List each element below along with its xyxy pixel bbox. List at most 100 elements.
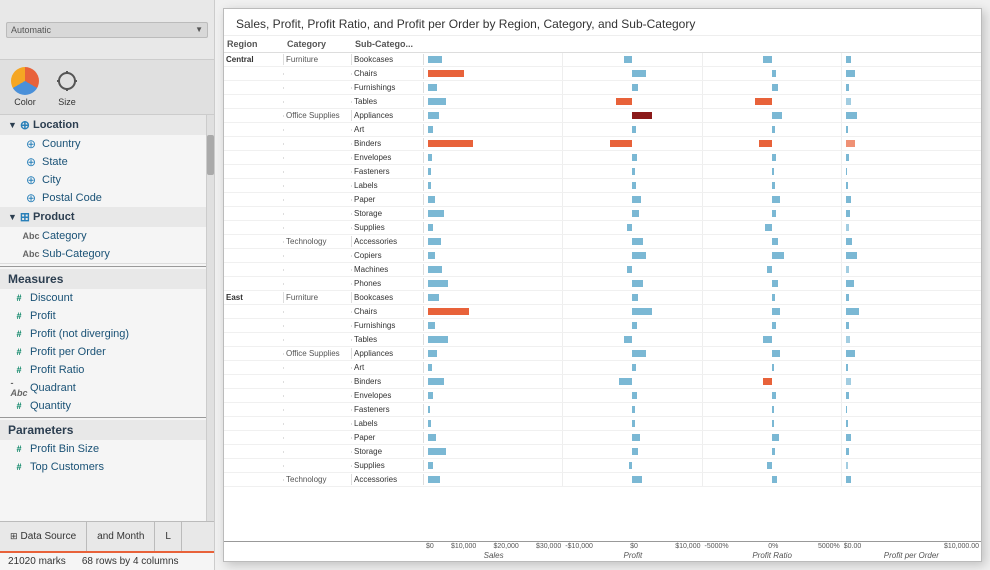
cell-region: [224, 465, 284, 467]
profit-not-div-label: Profit (not diverging): [30, 328, 129, 340]
cell-profit-ratio: [703, 193, 842, 206]
cell-subcategory: Tables: [352, 334, 424, 345]
cell-ppo: [842, 473, 981, 486]
cell-subcategory: Copiers: [352, 250, 424, 261]
cell-region: Central: [224, 54, 284, 65]
cell-profit-ratio: [703, 403, 842, 416]
cell-category: [284, 423, 352, 425]
field-city[interactable]: ⊕ City: [0, 171, 214, 189]
chart-column-headers: Region Category Sub-Catego...: [224, 36, 981, 53]
ppo-axis-title: Profit per Order: [844, 551, 979, 560]
cell-profit: [563, 361, 702, 374]
tab-and-month[interactable]: and Month: [87, 522, 155, 551]
cell-category: [284, 451, 352, 453]
color-button[interactable]: Color: [6, 64, 44, 110]
cell-profit: [563, 263, 702, 276]
product-group-label: Product: [33, 211, 75, 223]
table-row: TechnologyAccessories: [224, 235, 981, 249]
field-postal-code[interactable]: ⊕ Postal Code: [0, 189, 214, 207]
cell-profit-ratio: [703, 277, 842, 290]
field-quadrant[interactable]: -Abc Quadrant: [0, 379, 214, 397]
table-row: Chairs: [224, 305, 981, 319]
cell-subcategory: Bookcases: [352, 292, 424, 303]
cell-subcategory: Furnishings: [352, 320, 424, 331]
table-row: Fasteners: [224, 165, 981, 179]
cell-region: East: [224, 292, 284, 303]
cell-category: [284, 437, 352, 439]
category-label: Category: [42, 230, 87, 242]
cell-ppo: [842, 235, 981, 248]
product-group[interactable]: ▼ ⊞ Product: [0, 207, 214, 227]
field-profit-not-div[interactable]: # Profit (not diverging): [0, 325, 214, 343]
cell-region: [224, 409, 284, 411]
table-row: Tables: [224, 95, 981, 109]
cell-ppo: [842, 249, 981, 262]
field-profit-per-order[interactable]: # Profit per Order: [0, 343, 214, 361]
table-row: Furnishings: [224, 81, 981, 95]
cell-profit-ratio: [703, 431, 842, 444]
cell-profit-ratio: [703, 179, 842, 192]
cell-subcategory: Fasteners: [352, 404, 424, 415]
tab-data-source[interactable]: ⊞ Data Source: [0, 522, 87, 551]
subcategory-abc-icon: Abc: [24, 247, 38, 261]
cell-subcategory: Storage: [352, 208, 424, 219]
field-profit[interactable]: # Profit: [0, 307, 214, 325]
axis-pr-labels: -5000% 0% 5000% Profit Ratio: [703, 542, 842, 561]
size-label: Size: [58, 97, 76, 107]
cell-subcategory: Art: [352, 362, 424, 373]
dropdown-label[interactable]: Automatic: [11, 25, 51, 35]
cell-profit-ratio: [703, 165, 842, 178]
cell-region: [224, 451, 284, 453]
profit-axis-pos: $10,000: [675, 543, 700, 550]
cell-subcategory: Supplies: [352, 460, 424, 471]
ppo-axis-pos: $10,000.00: [944, 543, 979, 550]
location-expand-icon: ▼: [8, 120, 17, 130]
cell-profit: [563, 249, 702, 262]
scrollbar-thumb[interactable]: [207, 135, 214, 175]
cell-profit-ratio: [703, 67, 842, 80]
cell-ppo: [842, 151, 981, 164]
cell-profit: [563, 431, 702, 444]
product-icon: ⊞: [20, 210, 30, 224]
field-top-customers[interactable]: # Top Customers: [0, 458, 214, 476]
cell-category: [284, 311, 352, 313]
cell-subcategory: Envelopes: [352, 390, 424, 401]
state-label: State: [42, 156, 68, 168]
cell-sales: [424, 95, 563, 108]
cell-region: [224, 129, 284, 131]
city-globe-icon: ⊕: [24, 173, 38, 187]
product-expand-icon: ▼: [8, 212, 17, 222]
location-group-label: Location: [33, 119, 79, 131]
field-discount[interactable]: # Discount: [0, 289, 214, 307]
field-category[interactable]: Abc Category: [0, 227, 214, 245]
field-subcategory[interactable]: Abc Sub-Category: [0, 245, 214, 264]
location-group[interactable]: ▼ ⊕ Location: [0, 115, 214, 135]
cell-subcategory: Chairs: [352, 68, 424, 79]
tab-l[interactable]: L: [155, 522, 182, 551]
cell-region: [224, 199, 284, 201]
cell-region: [224, 325, 284, 327]
cell-region: [224, 73, 284, 75]
cell-category: [284, 213, 352, 215]
table-row: Tables: [224, 333, 981, 347]
scrollbar[interactable]: [206, 115, 214, 521]
cell-subcategory: Paper: [352, 432, 424, 443]
cell-profit: [563, 459, 702, 472]
cell-profit: [563, 403, 702, 416]
axis-row: $0 $10,000 $20,000 $30,000 Sales -$10,00…: [224, 541, 981, 561]
status-bar: 21020 marks 68 rows by 4 columns: [0, 551, 214, 570]
chart-body: Region Category Sub-Catego... Central Fur…: [224, 36, 981, 561]
measures-label: Measures: [8, 272, 63, 286]
table-row: Supplies: [224, 221, 981, 235]
cell-sales: [424, 263, 563, 276]
cell-category: [284, 129, 352, 131]
field-profit-bin[interactable]: # Profit Bin Size: [0, 440, 214, 458]
size-button[interactable]: Size: [48, 64, 86, 110]
field-quantity[interactable]: # Quantity: [0, 397, 214, 415]
field-profit-ratio[interactable]: # Profit Ratio: [0, 361, 214, 379]
field-state[interactable]: ⊕ State: [0, 153, 214, 171]
profit-axis-title: Profit: [565, 551, 700, 560]
and-month-label: and Month: [97, 531, 144, 542]
field-country[interactable]: ⊕ Country: [0, 135, 214, 153]
cell-region: [224, 395, 284, 397]
